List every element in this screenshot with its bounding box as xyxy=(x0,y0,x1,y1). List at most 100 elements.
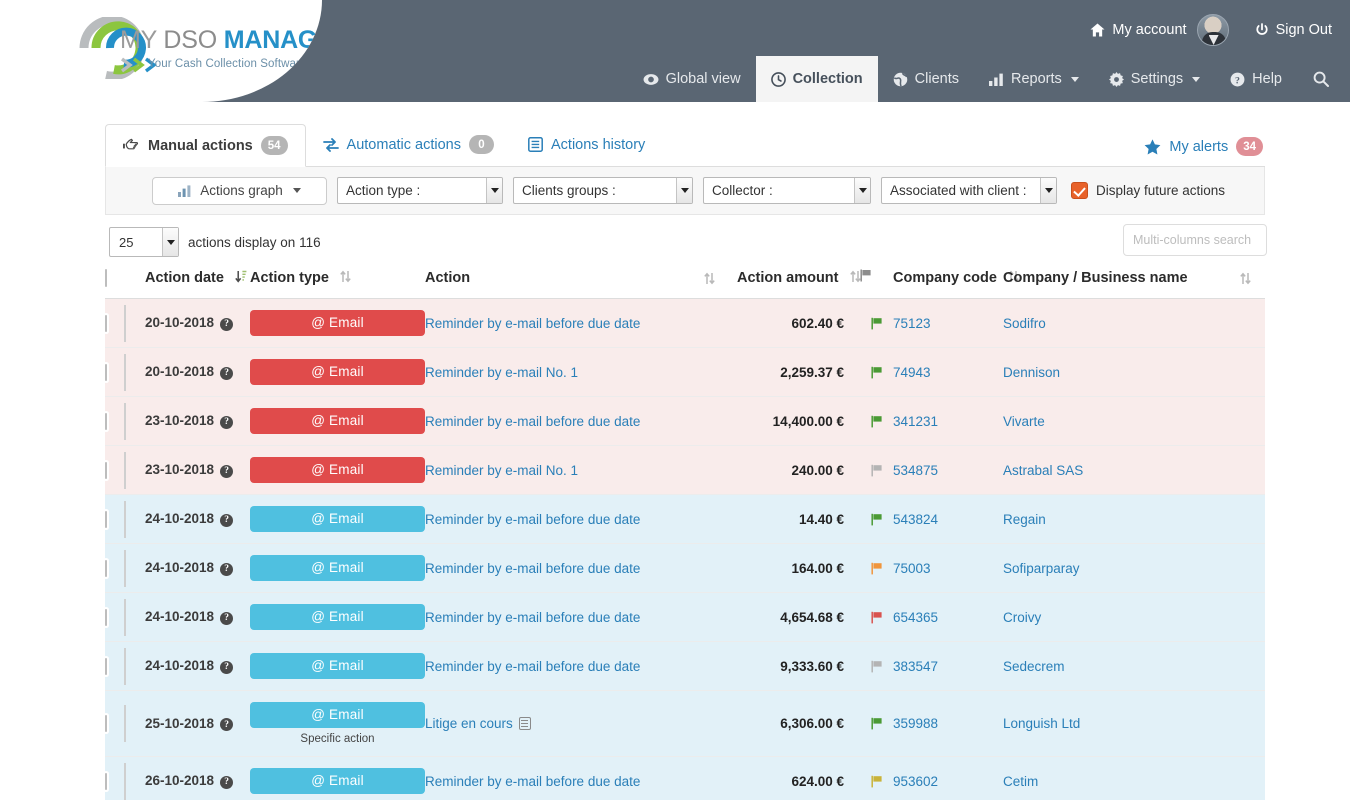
th-action-type[interactable]: Action type xyxy=(250,269,425,299)
action-type-pill[interactable]: @ Email xyxy=(250,457,425,483)
action-type-select[interactable]: Action type : xyxy=(337,177,503,204)
company-name-link[interactable]: Longuish Ltd xyxy=(1003,716,1080,731)
row-checkbox[interactable] xyxy=(105,363,107,381)
clients-groups-select[interactable]: Clients groups : xyxy=(513,177,693,204)
company-code-link[interactable]: 383547 xyxy=(893,659,938,674)
action-link[interactable]: Litige en cours xyxy=(425,716,513,731)
th-action-amount[interactable]: Action amount xyxy=(715,269,861,299)
th-action-date[interactable]: Action date xyxy=(145,269,250,299)
my-alerts-link[interactable]: My alerts 34 xyxy=(1144,137,1263,156)
table-row[interactable]: 20-10-2018? @ Email Reminder by e-mail No.… xyxy=(105,347,1265,397)
action-link[interactable]: Reminder by e-mail before due date xyxy=(425,414,640,429)
info-icon[interactable]: ? xyxy=(220,317,234,331)
nav-item-collection[interactable]: Collection xyxy=(755,56,878,102)
info-icon[interactable]: ? xyxy=(220,775,234,789)
company-name-link[interactable]: Regain xyxy=(1003,512,1046,527)
table-row[interactable]: 26-10-2018? @ Email Reminder by e-mail bef… xyxy=(105,756,1265,800)
nav-search-button[interactable] xyxy=(1297,56,1342,102)
table-row[interactable]: 20-10-2018? @ Email Reminder by e-mail bef… xyxy=(105,298,1265,348)
action-type-pill[interactable]: @ Email xyxy=(250,359,425,385)
action-type-pill[interactable]: @ Email xyxy=(250,555,425,581)
company-code-link[interactable]: 75123 xyxy=(893,316,931,331)
associated-with-client-select[interactable]: Associated with client : xyxy=(881,177,1057,204)
table-row[interactable]: 23-10-2018? @ Email Reminder by e-mail bef… xyxy=(105,396,1265,446)
action-link[interactable]: Reminder by e-mail before due date xyxy=(425,610,640,625)
row-checkbox[interactable] xyxy=(105,314,107,332)
sign-out-link[interactable]: Sign Out xyxy=(1255,22,1332,38)
table-row[interactable]: 25-10-2018? @ Email Specific action Litige … xyxy=(105,690,1265,757)
company-name-link[interactable]: Vivarte xyxy=(1003,414,1045,429)
nav-item-settings[interactable]: Settings xyxy=(1094,56,1215,102)
th-company-code[interactable]: Company code xyxy=(893,269,1019,299)
action-type-pill[interactable]: @ Email xyxy=(250,604,425,630)
actions-graph-button[interactable]: Actions graph xyxy=(152,176,327,205)
info-icon[interactable]: ? xyxy=(220,718,234,732)
action-link[interactable]: Reminder by e-mail before due date xyxy=(425,561,640,576)
action-link[interactable]: Reminder by e-mail before due date xyxy=(425,316,640,331)
my-account-link[interactable]: My account xyxy=(1090,22,1187,38)
company-code-link[interactable]: 543824 xyxy=(893,512,938,527)
row-checkbox[interactable] xyxy=(105,772,107,790)
company-name-link[interactable]: Sodifro xyxy=(1003,316,1046,331)
info-icon[interactable]: ? xyxy=(220,513,234,527)
company-code-link[interactable]: 74943 xyxy=(893,365,931,380)
row-checkbox[interactable] xyxy=(105,715,107,732)
nav-item-reports[interactable]: Reports xyxy=(974,56,1094,102)
action-type-pill[interactable]: @ Email xyxy=(250,768,425,794)
info-icon[interactable]: ? xyxy=(220,415,234,429)
tab-actions-history[interactable]: Actions history xyxy=(511,123,662,166)
tab-manual-actions[interactable]: Manual actions 54 xyxy=(105,124,306,167)
th-company-name[interactable]: Company / Business name xyxy=(1003,269,1265,299)
company-name-link[interactable]: Cetim xyxy=(1003,774,1038,789)
company-code-link[interactable]: 534875 xyxy=(893,463,938,478)
page-size-select[interactable]: 25 xyxy=(109,227,179,257)
table-row[interactable]: 24-10-2018? @ Email Reminder by e-mail bef… xyxy=(105,592,1265,642)
company-code-link[interactable]: 359988 xyxy=(893,716,938,731)
action-link[interactable]: Reminder by e-mail before due date xyxy=(425,774,640,789)
row-checkbox[interactable] xyxy=(105,510,107,528)
nav-item-help[interactable]: ? Help xyxy=(1215,56,1297,102)
action-type-pill[interactable]: @ Email xyxy=(250,408,425,434)
avatar[interactable] xyxy=(1196,14,1229,46)
nav-item-clients[interactable]: Clients xyxy=(878,56,974,102)
company-name-link[interactable]: Croivy xyxy=(1003,610,1041,625)
brand-logo[interactable]: MY DSO MANAGER Your Cash Collection Soft… xyxy=(44,17,322,79)
info-icon[interactable]: ? xyxy=(220,366,234,380)
select-all-checkbox[interactable] xyxy=(105,269,107,287)
company-code-link[interactable]: 341231 xyxy=(893,414,938,429)
company-name-link[interactable]: Sedecrem xyxy=(1003,659,1065,674)
collector-select[interactable]: Collector : xyxy=(703,177,871,204)
company-code-link[interactable]: 75003 xyxy=(893,561,931,576)
search-input[interactable] xyxy=(1123,224,1267,256)
action-type-pill[interactable]: @ Email xyxy=(250,702,425,728)
action-link[interactable]: Reminder by e-mail before due date xyxy=(425,512,640,527)
action-link[interactable]: Reminder by e-mail before due date xyxy=(425,659,640,674)
company-code-link[interactable]: 654365 xyxy=(893,610,938,625)
table-row[interactable]: 24-10-2018? @ Email Reminder by e-mail bef… xyxy=(105,641,1265,691)
th-flag[interactable] xyxy=(860,269,893,299)
row-checkbox[interactable] xyxy=(105,461,107,479)
th-action[interactable]: Action xyxy=(425,269,715,299)
action-type-pill[interactable]: @ Email xyxy=(250,653,425,679)
info-icon[interactable]: ? xyxy=(220,562,234,576)
display-future-actions-checkbox[interactable]: Display future actions xyxy=(1071,182,1225,199)
company-code-link[interactable]: 953602 xyxy=(893,774,938,789)
info-icon[interactable]: ? xyxy=(220,464,234,478)
row-checkbox[interactable] xyxy=(105,657,107,675)
row-checkbox[interactable] xyxy=(105,608,107,626)
action-link[interactable]: Reminder by e-mail No. 1 xyxy=(425,463,578,478)
company-name-link[interactable]: Dennison xyxy=(1003,365,1060,380)
info-icon[interactable]: ? xyxy=(220,611,234,625)
action-link[interactable]: Reminder by e-mail No. 1 xyxy=(425,365,578,380)
info-icon[interactable]: ? xyxy=(220,660,234,674)
company-name-link[interactable]: Sofiparparay xyxy=(1003,561,1080,576)
company-name-link[interactable]: Astrabal SAS xyxy=(1003,463,1083,478)
table-row[interactable]: 23-10-2018? @ Email Reminder by e-mail No.… xyxy=(105,445,1265,495)
table-row[interactable]: 24-10-2018? @ Email Reminder by e-mail bef… xyxy=(105,543,1265,593)
action-type-pill[interactable]: @ Email xyxy=(250,310,425,336)
action-type-pill[interactable]: @ Email xyxy=(250,506,425,532)
row-checkbox[interactable] xyxy=(105,559,107,577)
nav-item-global-view[interactable]: Global view xyxy=(628,56,756,102)
notes-list-icon[interactable] xyxy=(518,717,531,730)
row-checkbox[interactable] xyxy=(105,412,107,430)
